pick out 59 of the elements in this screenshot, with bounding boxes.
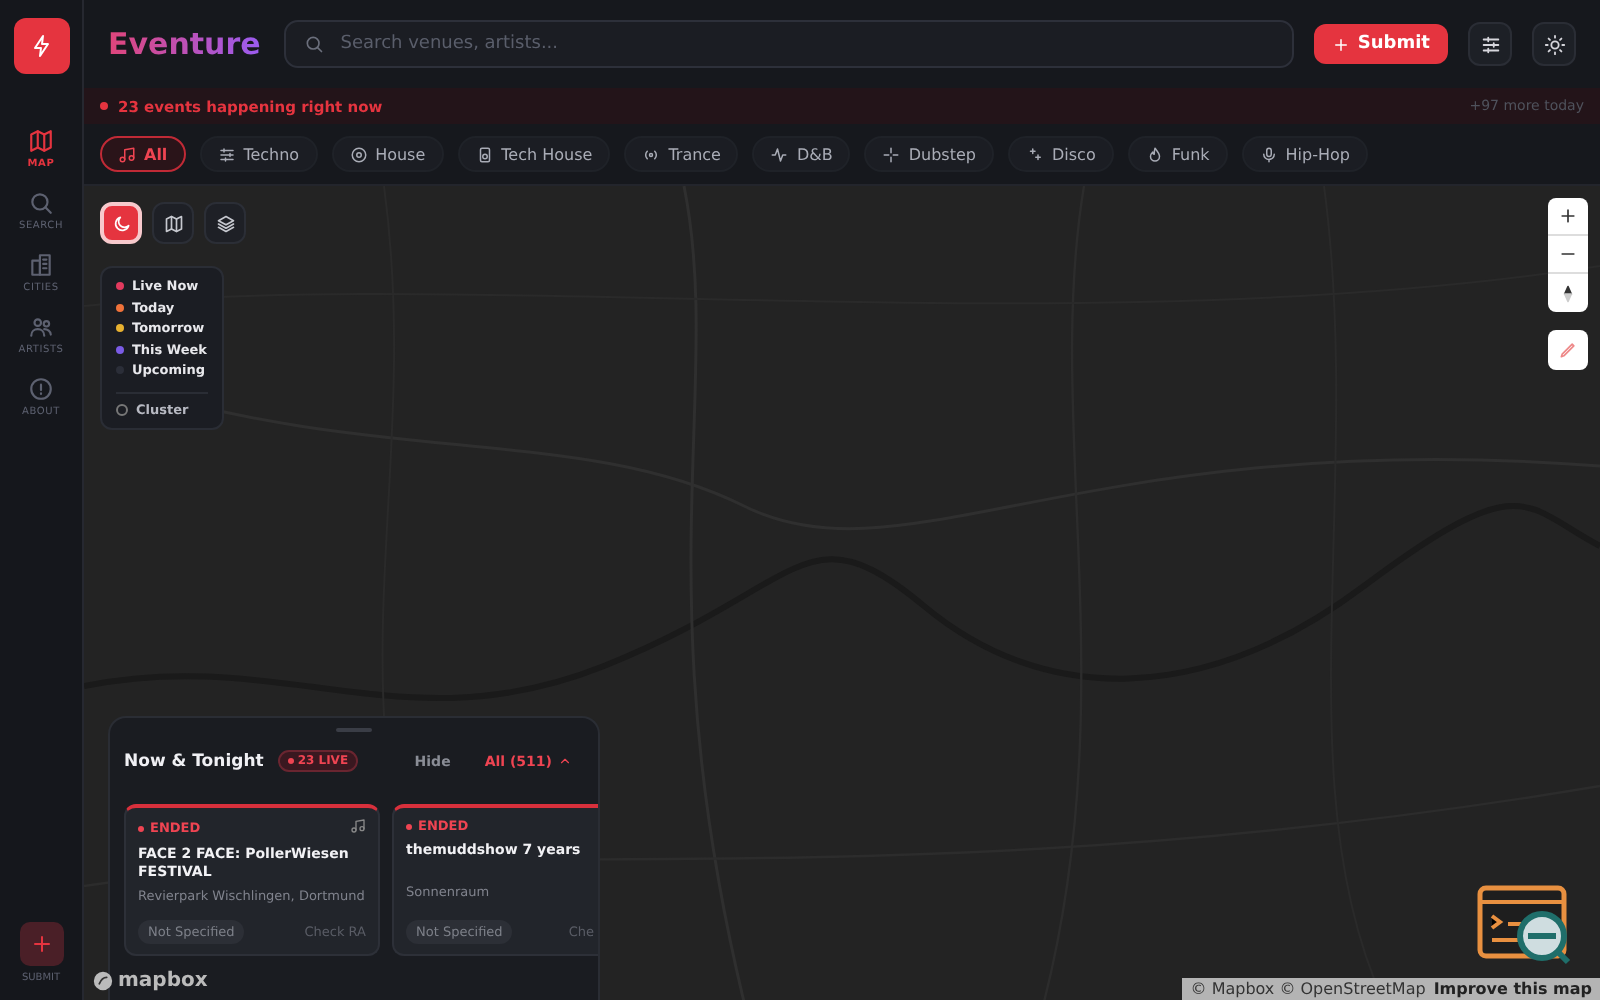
search-field[interactable]: Search venues, artists... xyxy=(284,20,1294,68)
mapbox-logo[interactable]: mapbox xyxy=(92,970,208,992)
search-input[interactable]: Search venues, artists... xyxy=(336,32,1274,56)
map-drawing[interactable] xyxy=(84,186,1600,1000)
search-icon xyxy=(28,190,54,216)
map-mode-button[interactable] xyxy=(152,202,194,244)
search-icon xyxy=(304,34,325,54)
moon-icon xyxy=(111,213,131,233)
genre-chip[interactable]: Hip-Hop xyxy=(1241,136,1368,172)
map-icon xyxy=(163,213,183,233)
flame-icon xyxy=(1145,145,1164,163)
pulse-icon xyxy=(770,145,789,163)
lightning-icon xyxy=(29,34,53,58)
genre-chip[interactable]: Disco xyxy=(1008,136,1114,172)
caret-up-icon xyxy=(558,754,572,768)
submit-button[interactable]: Submit xyxy=(1313,24,1448,64)
map-attribution: © Mapbox © OpenStreetMap Improve this map xyxy=(1182,978,1600,1000)
people-icon xyxy=(28,314,54,340)
compass-icon xyxy=(1558,283,1578,303)
sun-icon xyxy=(1543,33,1565,55)
music-note-icon xyxy=(350,818,366,834)
app-logo[interactable] xyxy=(13,18,69,74)
pencil-icon xyxy=(1558,340,1578,360)
sparkle-icon xyxy=(882,145,901,163)
plus-icon xyxy=(1331,35,1350,53)
speaker-icon xyxy=(475,145,494,163)
improve-map-link[interactable]: Improve this map xyxy=(1433,980,1592,998)
genre-chip[interactable]: All xyxy=(100,136,186,172)
genre-chip[interactable]: Trance xyxy=(624,136,739,172)
map-icon xyxy=(27,128,54,154)
genre-chip[interactable]: Techno xyxy=(199,136,318,172)
add-button[interactable] xyxy=(19,922,63,966)
plus-icon xyxy=(29,932,53,956)
sparkles-icon xyxy=(1026,145,1044,163)
genre-chip[interactable]: Tech House xyxy=(457,136,611,172)
status-dot-icon xyxy=(406,823,412,829)
genre-chip[interactable]: House xyxy=(331,136,444,172)
info-icon xyxy=(27,376,54,402)
disc-icon xyxy=(349,145,368,163)
status-dot-icon xyxy=(138,825,144,831)
drag-handle[interactable] xyxy=(336,728,372,732)
microphone-icon xyxy=(1259,145,1278,163)
cluster-checkbox[interactable] xyxy=(116,403,128,415)
radio-waves-icon xyxy=(642,145,661,163)
draw-button[interactable] xyxy=(1548,330,1588,370)
filter-button[interactable] xyxy=(1468,22,1512,66)
genre-chip[interactable]: Dubstep xyxy=(864,136,994,172)
panel-title: Now & Tonight xyxy=(124,751,264,771)
music-note-icon xyxy=(118,145,136,163)
sliders-icon xyxy=(217,145,236,163)
genre-chip[interactable]: D&B xyxy=(752,136,851,172)
theme-button[interactable] xyxy=(1532,22,1576,66)
plus-icon xyxy=(1558,206,1578,226)
layers-icon xyxy=(215,213,235,233)
sliders-icon xyxy=(1479,33,1501,55)
building-icon xyxy=(27,252,54,278)
genre-chip[interactable]: Funk xyxy=(1127,136,1228,172)
map-mode-button[interactable] xyxy=(204,202,246,244)
live-dot-icon xyxy=(100,102,108,110)
